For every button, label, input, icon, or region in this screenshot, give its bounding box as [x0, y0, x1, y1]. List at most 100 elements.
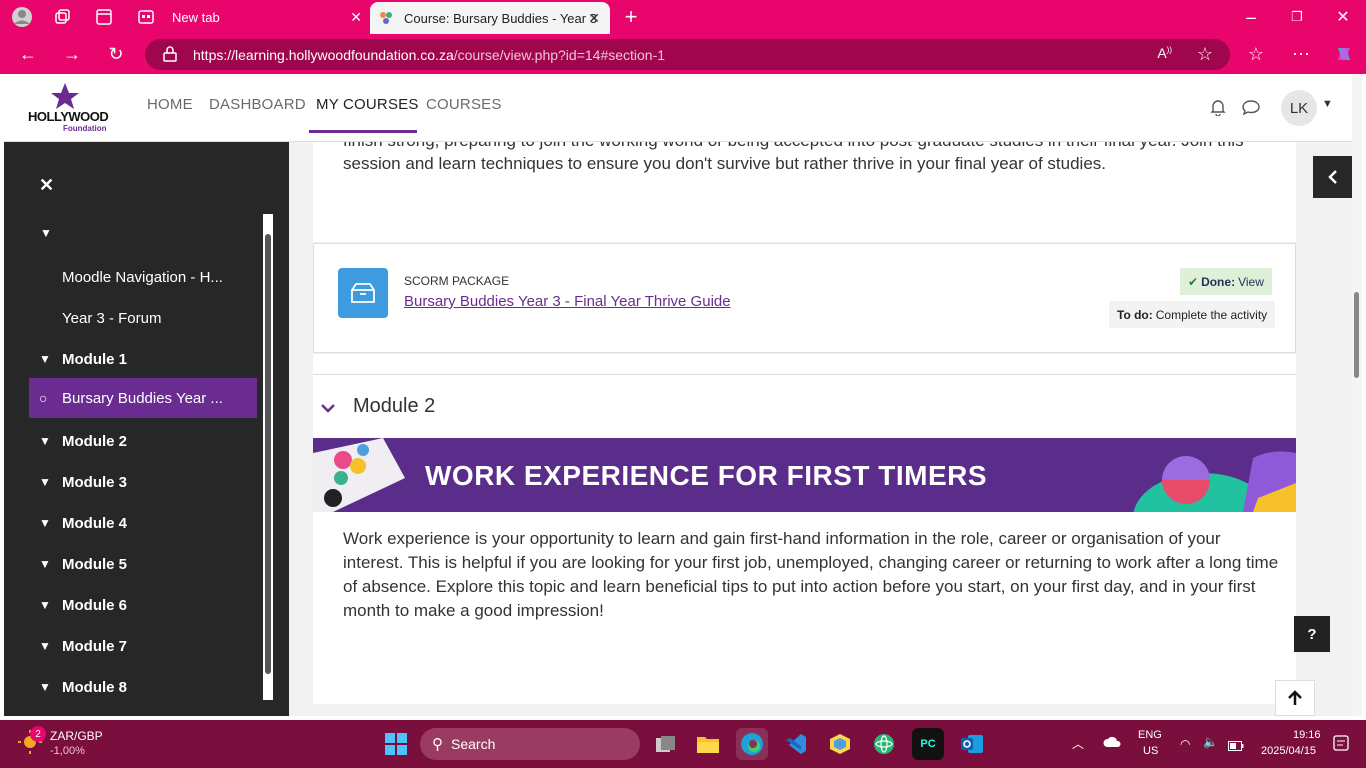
notification-center-icon[interactable]	[1333, 735, 1349, 756]
onedrive-cloud-icon[interactable]	[1103, 735, 1121, 753]
task-view-icon[interactable]	[650, 728, 682, 760]
search-placeholder: Search	[451, 736, 496, 752]
favorites-icon[interactable]: ☆	[1242, 40, 1270, 68]
file-explorer-icon[interactable]	[692, 728, 724, 760]
clock-time[interactable]: 19:16	[1293, 729, 1321, 741]
sidebar-item-label: Module 8	[62, 678, 128, 696]
volume-icon[interactable]: 🔈	[1203, 735, 1218, 749]
browser-titlebar: New tab ✕ Course: Bursary Buddies - Year…	[0, 0, 1366, 34]
sidebar-item-module-6[interactable]: ▼ Module 6	[29, 585, 257, 625]
atom-app-icon[interactable]	[868, 728, 900, 760]
tab-new-tab[interactable]: New tab ✕	[130, 0, 370, 34]
profile-icon[interactable]	[8, 3, 36, 31]
nav-dashboard[interactable]: DASHBOARD	[209, 96, 306, 113]
restore-icon[interactable]: ❐	[1283, 3, 1311, 31]
sidebar-item-label: Bursary Buddies Year ...	[62, 389, 223, 407]
page-scrollbar-thumb[interactable]	[1354, 292, 1359, 378]
edge-browser-icon[interactable]	[736, 728, 768, 760]
sidebar-item-year3-forum[interactable]: Year 3 - Forum	[29, 298, 257, 338]
weather-widget[interactable]: 2	[18, 726, 46, 759]
copilot-icon[interactable]	[1330, 40, 1358, 68]
tab-actions-icon[interactable]	[90, 3, 118, 31]
start-button[interactable]	[380, 728, 412, 760]
clock-date: 2025/04/15	[1261, 745, 1317, 757]
back-icon[interactable]: ←	[14, 40, 42, 68]
sidebar-item-module-1[interactable]: ▼ Module 1	[29, 339, 257, 379]
sidebar-item-module-3[interactable]: ▼ Module 3	[29, 462, 257, 502]
currency-label[interactable]: ZAR/GBP	[50, 729, 103, 743]
language-region: US	[1143, 745, 1159, 757]
refresh-icon[interactable]: ↻	[102, 40, 130, 68]
taskbar-search[interactable]: ⚲ Search	[420, 728, 640, 760]
sidebar-item-moodle-navigation[interactable]: Moodle Navigation - H...	[29, 257, 257, 297]
chevron-down-icon: ▼	[39, 598, 51, 612]
back-to-top-button[interactable]	[1275, 680, 1315, 716]
activity-link[interactable]: Bursary Buddies Year 3 - Final Year Thri…	[404, 293, 731, 310]
workspaces-icon[interactable]	[48, 3, 76, 31]
pycharm-icon[interactable]: PC	[912, 728, 944, 760]
show-hidden-icons-chevron-icon[interactable]: ︿	[1072, 735, 1084, 752]
site-navbar: HOLLYWOOD Foundation HOME DASHBOARD MY C…	[4, 74, 1362, 142]
tab-course[interactable]: Course: Bursary Buddies - Year 3 ✕	[370, 2, 610, 34]
url-path: /course/view.php?id=14#section-1	[453, 46, 666, 63]
chevron-down-icon: ▼	[39, 557, 51, 571]
sidebar-item-label: Module 7	[62, 637, 128, 655]
section-title[interactable]: Module 2	[353, 395, 435, 418]
sidebar-item-module-8[interactable]: ▼ Module 8	[29, 667, 257, 707]
address-bar[interactable]: https://learning.hollywoodfoundation.co.…	[145, 39, 1230, 70]
forward-icon[interactable]: →	[58, 40, 86, 68]
messages-icon[interactable]	[1242, 99, 1260, 120]
activity-card: SCORM PACKAGE Bursary Buddies Year 3 - F…	[313, 243, 1296, 353]
banner-shapes-icon	[1133, 451, 1296, 512]
course-index-drawer: ✕ ▼ Moodle Navigation - H... Year 3 - Fo…	[4, 142, 289, 716]
section-text-line: Work experience is your opportunity to l…	[343, 529, 1221, 548]
nav-courses[interactable]: COURSES	[426, 96, 502, 113]
help-button[interactable]: ?	[1294, 616, 1330, 652]
collapse-section-chevron-icon[interactable]	[321, 400, 335, 416]
notifications-bell-icon[interactable]	[1210, 98, 1226, 121]
package-app-icon[interactable]	[824, 728, 856, 760]
close-tab-icon[interactable]: ✕	[588, 10, 600, 27]
site-logo[interactable]: HOLLYWOOD Foundation	[28, 82, 109, 134]
favorite-star-icon[interactable]: ☆	[1197, 44, 1213, 65]
close-window-icon[interactable]: ✕	[1329, 3, 1357, 31]
language-code[interactable]: ENG	[1138, 729, 1162, 741]
outlook-icon[interactable]	[956, 728, 988, 760]
new-tab-button[interactable]: +	[617, 3, 645, 31]
nav-home[interactable]: HOME	[147, 96, 193, 113]
wifi-icon[interactable]: ◠	[1180, 737, 1190, 751]
minimize-icon[interactable]: –	[1237, 3, 1265, 31]
close-tab-icon[interactable]: ✕	[350, 9, 362, 26]
sidebar-item-module-2[interactable]: ▼ Module 2	[29, 421, 257, 461]
module-2-section: Module 2 WORK EXPERIENCE FOR FIRST TIMER…	[313, 374, 1296, 704]
tab-label: Course: Bursary Buddies - Year 3	[404, 10, 597, 26]
sidebar-item-bursary-buddies[interactable]: ○ Bursary Buddies Year ...	[29, 378, 257, 418]
notification-count-badge: 2	[30, 726, 46, 742]
lock-icon[interactable]	[163, 46, 177, 65]
sidebar-scrollbar[interactable]	[263, 214, 273, 700]
sidebar-item-module-7[interactable]: ▼ Module 7	[29, 626, 257, 666]
sidebar-item-module-5[interactable]: ▼ Module 5	[29, 544, 257, 584]
nav-my-courses[interactable]: MY COURSES	[316, 96, 419, 113]
more-icon[interactable]: ⋯	[1287, 40, 1315, 68]
nav-active-underline	[309, 130, 417, 133]
read-aloud-icon[interactable]: A))	[1157, 45, 1172, 61]
activity-type-label: SCORM PACKAGE	[404, 274, 510, 288]
star-logo-icon	[51, 83, 79, 109]
sidebar-scrollbar-thumb[interactable]	[265, 234, 271, 674]
sidebar-item-label: Year 3 - Forum	[62, 309, 162, 327]
open-block-drawer-button[interactable]	[1313, 156, 1353, 198]
user-menu-chevron-icon[interactable]: ▼	[1322, 98, 1333, 110]
banner-title: WORK EXPERIENCE FOR FIRST TIMERS	[425, 460, 988, 491]
sidebar-item-module-4[interactable]: ▼ Module 4	[29, 503, 257, 543]
scorm-package-icon	[338, 268, 388, 318]
sidebar-item-label: Module 6	[62, 596, 128, 614]
vscode-icon[interactable]	[780, 728, 812, 760]
collapse-general-chevron-icon[interactable]: ▼	[40, 226, 52, 240]
user-avatar[interactable]: LK	[1281, 90, 1317, 126]
page-scrollbar[interactable]	[1352, 74, 1362, 716]
windows-taskbar: 2 ZAR/GBP -1,00% ⚲ Search PC ︿ ENG US ◠ …	[0, 720, 1366, 768]
sidebar-item-label: Moodle Navigation - H...	[62, 268, 223, 286]
close-drawer-icon[interactable]: ✕	[39, 175, 54, 196]
battery-icon[interactable]	[1228, 738, 1244, 756]
